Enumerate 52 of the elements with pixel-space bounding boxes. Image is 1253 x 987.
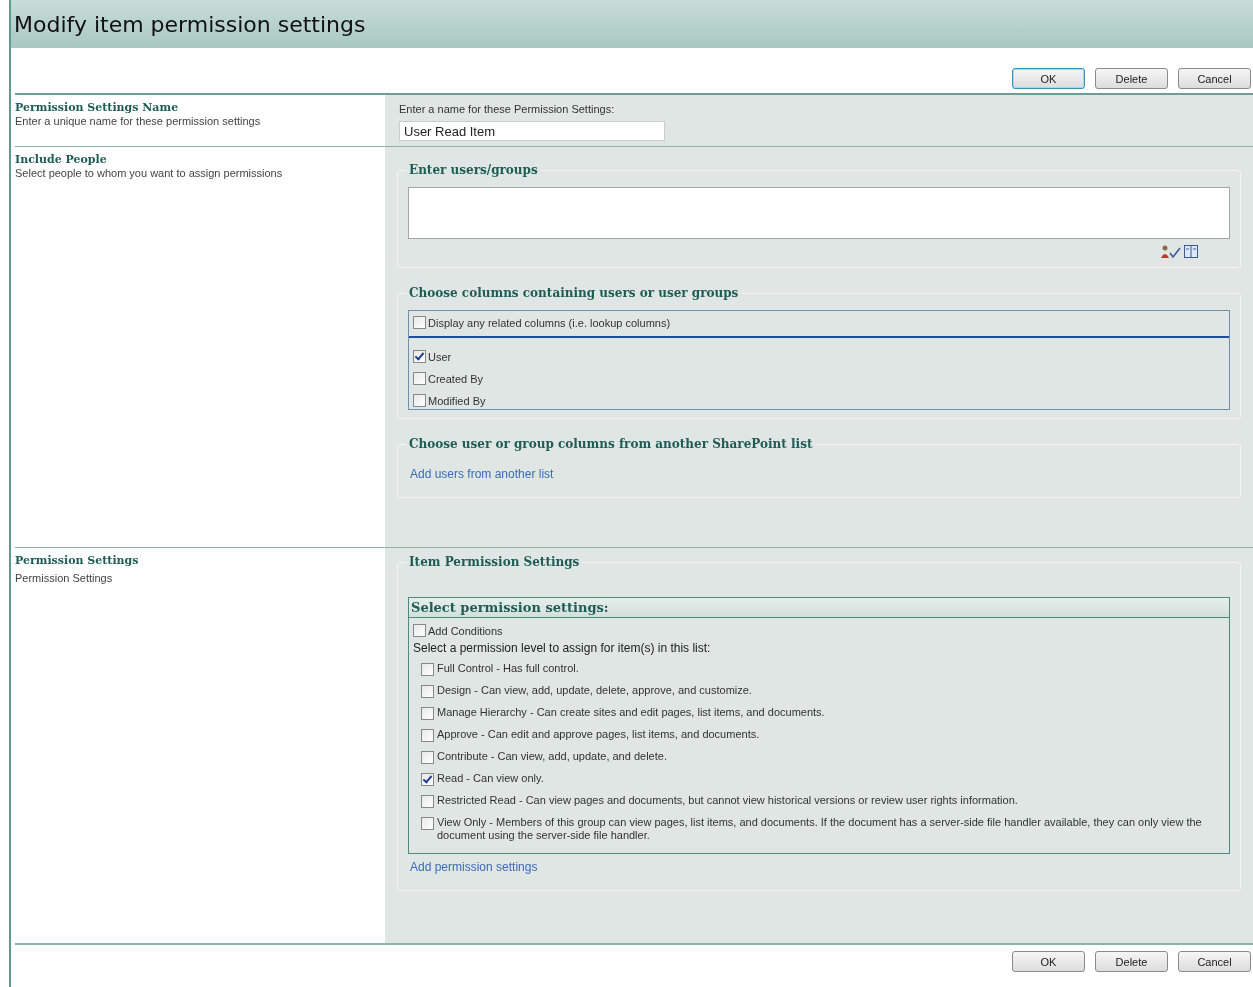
form-button[interactable]: OK (1012, 951, 1085, 972)
form-button[interactable]: Cancel (1178, 68, 1251, 89)
form-button[interactable]: Delete (1095, 68, 1168, 89)
name-input-field[interactable]: User Read Item (399, 121, 665, 141)
checkbox[interactable] (421, 729, 434, 742)
checkbox-label: Created By (428, 372, 484, 385)
checkbox-label: Design - Can view, add, update, delete, approve, and customize. (437, 684, 753, 697)
checkbox[interactable] (421, 751, 434, 764)
checkbox[interactable] (413, 394, 426, 407)
section-title: Permission Settings Name (15, 101, 180, 114)
checkbox[interactable] (421, 773, 434, 786)
form-button[interactable]: OK (1012, 68, 1085, 89)
checkbox[interactable] (421, 817, 434, 830)
checkbox-label: Modified By (428, 394, 486, 407)
page-title: Modify item permission settings (14, 11, 366, 37)
checkbox-label: View Only - Members of this group can view pages, list items, and documents. If the document has a server-side file handler available, they can only view the document using the server-side file handler. (437, 816, 1203, 842)
checkbox[interactable] (421, 663, 434, 676)
group-legend: Enter users/groups (406, 163, 541, 177)
section-description: Select people to whom you want to assign permissions (15, 167, 284, 179)
section-description: Enter a unique name for these permission settings (15, 115, 262, 127)
checkbox-label: Approve - Can edit and approve pages, list items, and documents. (437, 728, 761, 741)
checkbox[interactable] (413, 372, 426, 385)
checkbox[interactable] (421, 685, 434, 698)
add-users-link[interactable]: Add users from another list (408, 461, 556, 489)
checkbox[interactable] (413, 316, 426, 329)
panel-title: Select permission settings: (409, 598, 1229, 618)
checkbox-label: User (428, 350, 452, 363)
group-legend: Choose user or group columns from another SharePoint list (406, 437, 816, 451)
checkbox[interactable] (413, 350, 426, 363)
checkbox-label: Display any related columns (i.e. lookup columns) (428, 316, 671, 329)
checkbox-label: Full Control - Has full control. (437, 662, 580, 675)
checkbox-label: Contribute - Can view, add, update, and delete. (437, 750, 668, 763)
section-title: Include People (15, 153, 108, 166)
group-legend: Choose columns containing users or user groups (406, 286, 742, 300)
section-description: Permission Settings (15, 572, 114, 584)
form-button[interactable]: Cancel (1178, 951, 1251, 972)
checkbox-label: Read - Can view only. (437, 772, 545, 785)
section-title: Permission Settings (15, 554, 140, 567)
people-input-field[interactable] (408, 187, 1230, 239)
form-button[interactable]: Delete (1095, 951, 1168, 972)
checkbox[interactable] (413, 624, 426, 637)
field-label: Enter a name for these Permission Settings: (399, 103, 616, 115)
check-names-icon[interactable] (1161, 245, 1181, 259)
checkbox-label: Restricted Read - Can view pages and documents, but cannot view historical versions or review user rights information. (437, 794, 1019, 807)
address-book-icon[interactable] (1184, 245, 1198, 258)
add-permission-link[interactable]: Add permission settings (408, 854, 540, 882)
checkbox-label: Add Conditions (428, 624, 503, 637)
group-legend: Item Permission Settings (406, 555, 583, 569)
checkbox-label: Manage Hierarchy - Can create sites and edit pages, list items, and documents. (437, 706, 826, 719)
instruction-text: Select a permission level to assign for item(s) in this list: (412, 640, 712, 657)
checkbox[interactable] (421, 795, 434, 808)
checkbox[interactable] (421, 707, 434, 720)
